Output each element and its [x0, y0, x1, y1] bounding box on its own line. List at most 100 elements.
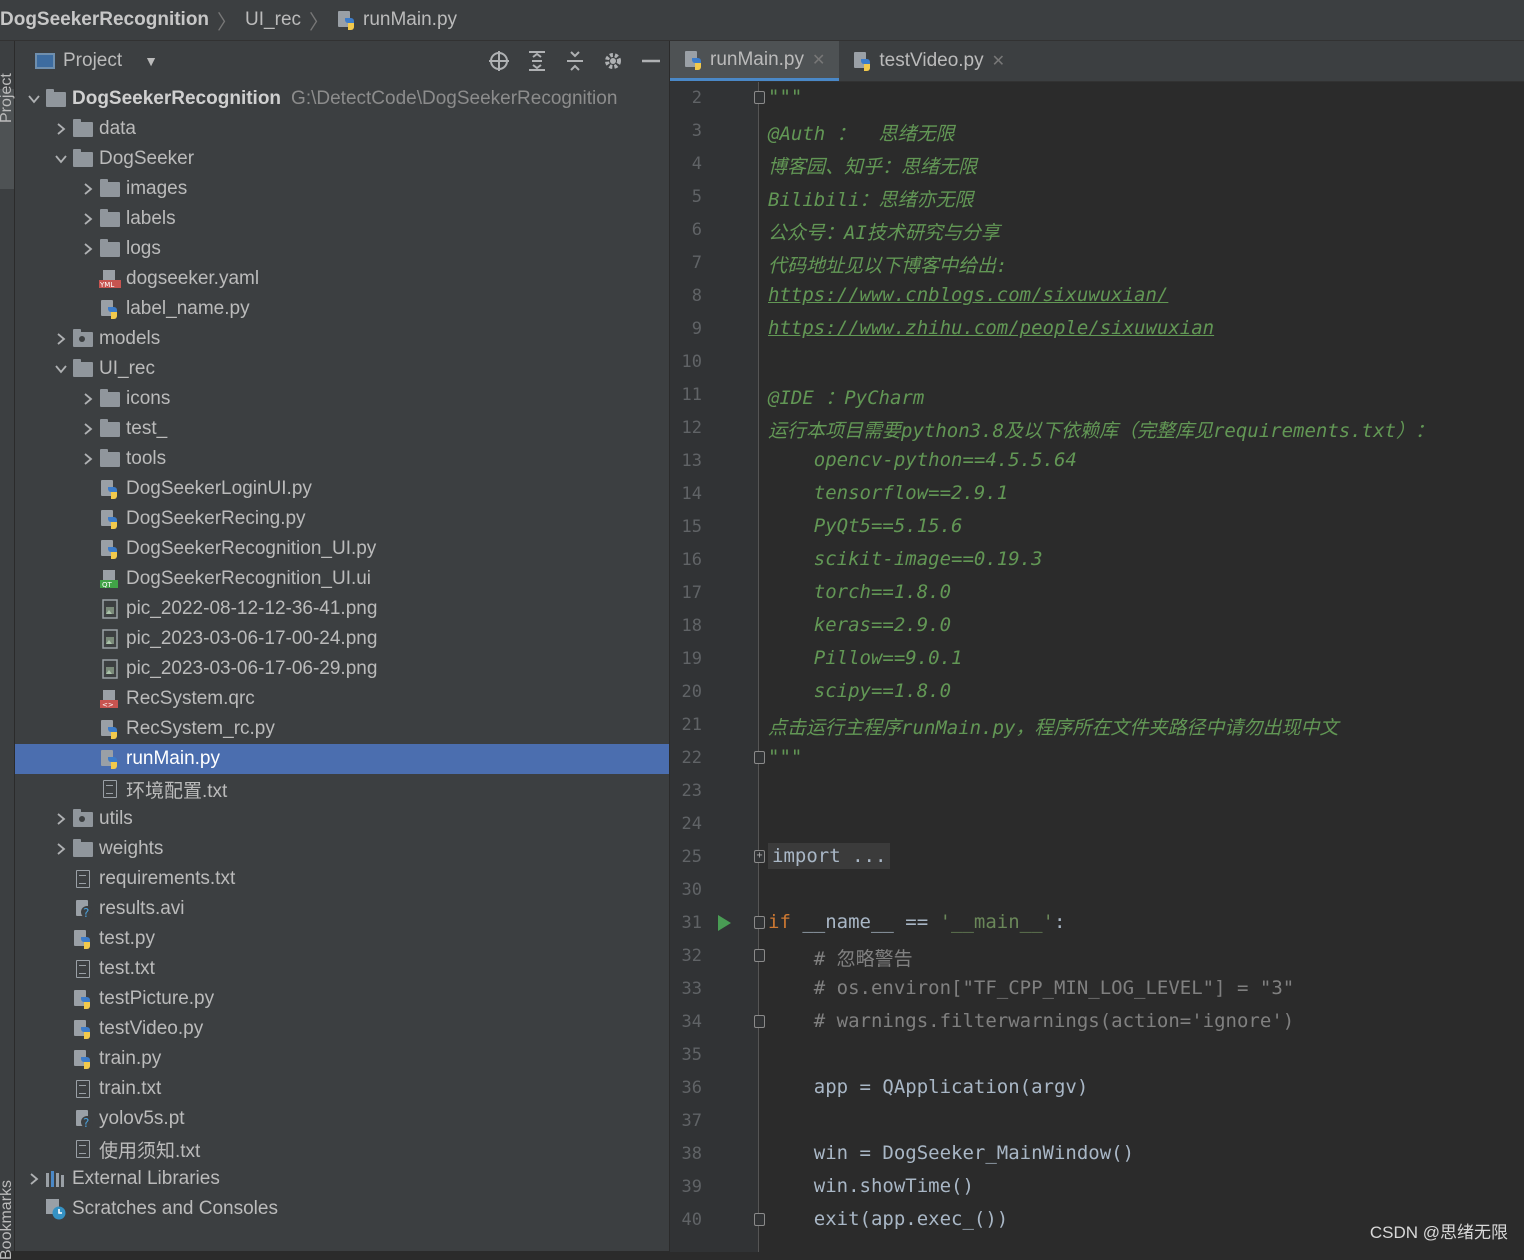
chevron-right-icon[interactable] [77, 452, 99, 466]
tree-item-labels[interactable]: labels [15, 204, 669, 234]
tab-testvideo-py[interactable]: testVideo.py ✕ [839, 41, 1019, 81]
tree-item-dogseekerrecognition[interactable]: DogSeekerRecognition G:\DetectCode\DogSee… [15, 84, 669, 114]
tree-item-dogseeker-yaml[interactable]: YML dogseeker.yaml [15, 264, 669, 294]
project-window-icon [35, 53, 55, 69]
code-text[interactable]: import ... [768, 843, 891, 869]
run-icon[interactable] [718, 915, 731, 931]
project-panel-header: Project ▼ [15, 41, 669, 81]
tree-item-label: 环境配置.txt [126, 780, 228, 802]
tab-runmain-py[interactable]: runMain.py ✕ [670, 41, 840, 81]
tree-item-label: pic_2023-03-06-17-00-24.png [126, 628, 378, 649]
tree-item-test[interactable]: test_ [15, 414, 669, 444]
code-line: 7 代码地址见以下博客中给出: [670, 247, 1524, 280]
tree-item-utils[interactable]: utils [15, 804, 669, 834]
tree-item-testpicture-py[interactable]: testPicture.py [15, 984, 669, 1014]
tree-item-train-txt[interactable]: train.txt [15, 1074, 669, 1104]
tree-item-pic-2023-03-06-17-06-29-png[interactable]: pic_2023-03-06-17-06-29.png [15, 654, 669, 684]
chevron-right-icon[interactable] [77, 422, 99, 436]
code-text: @IDE ：PyCharm [768, 387, 925, 409]
tree-item-dogseekerrecognition-ui-py[interactable]: DogSeekerRecognition_UI.py [15, 534, 669, 564]
collapse-all-icon[interactable] [563, 49, 587, 73]
line-number: 18 [681, 616, 702, 636]
tree-item-logs[interactable]: logs [15, 234, 669, 264]
project-strip-label[interactable]: Project [0, 73, 16, 123]
code-line: 31 if __name__ == '__main__': [670, 907, 1524, 940]
tree-item-txt[interactable]: 使用须知.txt [15, 1134, 669, 1164]
tree-item-results-avi[interactable]: ? results.avi [15, 894, 669, 924]
chevron-right-icon[interactable] [50, 122, 72, 136]
folder-icon [72, 118, 94, 139]
tree-item-pic-2023-03-06-17-00-24-png[interactable]: pic_2023-03-06-17-00-24.png [15, 624, 669, 654]
tree-item-scratches-and-consoles[interactable]: Scratches and Consoles [15, 1194, 669, 1224]
code-line: 10 [670, 346, 1524, 379]
tree-item-recsystem-qrc[interactable]: <> RecSystem.qrc [15, 684, 669, 714]
chevron-right-icon[interactable] [50, 812, 72, 826]
tree-item-dogseeker[interactable]: DogSeeker [15, 144, 669, 174]
chevron-down-icon[interactable] [50, 152, 72, 166]
tree-item-external-libraries[interactable]: External Libraries [15, 1164, 669, 1194]
close-icon[interactable]: ✕ [992, 51, 1005, 71]
tree-item-weights[interactable]: weights [15, 834, 669, 864]
tree-item-label: logs [126, 238, 161, 259]
fold-expand-icon[interactable]: + [754, 850, 765, 863]
tree-item-test-py[interactable]: test.py [15, 924, 669, 954]
chevron-right-icon[interactable] [77, 242, 99, 256]
fold-icon[interactable] [754, 1213, 765, 1226]
chevron-right-icon[interactable] [50, 842, 72, 856]
tree-item-path: G:\DetectCode\DogSeekerRecognition [291, 88, 618, 109]
tree-item-yolov5s-pt[interactable]: ? yolov5s.pt [15, 1104, 669, 1134]
fold-icon[interactable] [754, 1015, 765, 1028]
tree-item-label: DogSeekerRecognition_UI.py [126, 538, 377, 559]
tree-item-txt[interactable]: 环境配置.txt [15, 774, 669, 804]
expand-all-icon[interactable] [525, 49, 549, 73]
tree-item-ui-rec[interactable]: UI_rec [15, 354, 669, 384]
close-icon[interactable]: ✕ [812, 50, 825, 70]
chevron-right-icon[interactable] [77, 392, 99, 406]
locate-icon[interactable] [487, 49, 511, 73]
tree-item-requirements-txt[interactable]: requirements.txt [15, 864, 669, 894]
line-number: 21 [681, 715, 702, 735]
tree-item-dogseekerloginui-py[interactable]: DogSeekerLoginUI.py [15, 474, 669, 504]
tree-item-models[interactable]: models [15, 324, 669, 354]
tree-item-label: DogSeeker [99, 148, 195, 169]
chevron-down-icon[interactable]: ▼ [144, 53, 158, 69]
chevron-right-icon[interactable] [23, 1172, 45, 1186]
txt-icon [72, 1139, 94, 1159]
project-panel-title[interactable]: Project [63, 50, 122, 72]
fold-icon[interactable] [754, 751, 765, 764]
tree-item-test-txt[interactable]: test.txt [15, 954, 669, 984]
tree-item-dogseekerrecognition-ui-ui[interactable]: QT DogSeekerRecognition_UI.ui [15, 564, 669, 594]
tree-item-dogseekerrecing-py[interactable]: DogSeekerRecing.py [15, 504, 669, 534]
chevron-right-icon[interactable] [77, 182, 99, 196]
breadcrumb-folder[interactable]: UI_rec [245, 9, 301, 31]
fold-icon[interactable] [754, 916, 765, 929]
breadcrumb-project[interactable]: DogSeekerRecognition [0, 9, 209, 31]
line-number: 13 [681, 451, 702, 471]
code-line: 15 PyQt5==5.15.6 [670, 511, 1524, 544]
tree-item-pic-2022-08-12-12-36-41-png[interactable]: pic_2022-08-12-12-36-41.png [15, 594, 669, 624]
breadcrumb-file[interactable]: runMain.py [337, 9, 457, 31]
gear-icon[interactable] [601, 49, 625, 73]
line-number: 33 [681, 979, 702, 999]
tree-item-images[interactable]: images [15, 174, 669, 204]
line-number: 11 [681, 385, 702, 405]
chevron-right-icon[interactable] [77, 212, 99, 226]
tree-item-label-name-py[interactable]: label_name.py [15, 294, 669, 324]
chevron-down-icon[interactable] [50, 362, 72, 376]
code-line: 21 点击运行主程序runMain.py，程序所在文件夹路径中请勿出现中文 [670, 709, 1524, 742]
minimize-icon[interactable] [639, 49, 663, 73]
py-icon [99, 719, 121, 739]
tree-item-testvideo-py[interactable]: testVideo.py [15, 1014, 669, 1044]
code-line: 3 @Auth ： 思绪无限 [670, 115, 1524, 148]
chevron-down-icon[interactable] [23, 92, 45, 106]
tree-item-tools[interactable]: tools [15, 444, 669, 474]
tree-item-icons[interactable]: icons [15, 384, 669, 414]
fold-icon[interactable] [754, 91, 765, 104]
bookmarks-strip-label[interactable]: Bookmarks [0, 1180, 16, 1260]
tree-item-data[interactable]: data [15, 114, 669, 144]
tree-item-runmain-py[interactable]: runMain.py [15, 744, 669, 774]
tree-item-train-py[interactable]: train.py [15, 1044, 669, 1074]
tree-item-recsystem-rc-py[interactable]: RecSystem_rc.py [15, 714, 669, 744]
chevron-right-icon[interactable] [50, 332, 72, 346]
fold-icon[interactable] [754, 949, 765, 962]
